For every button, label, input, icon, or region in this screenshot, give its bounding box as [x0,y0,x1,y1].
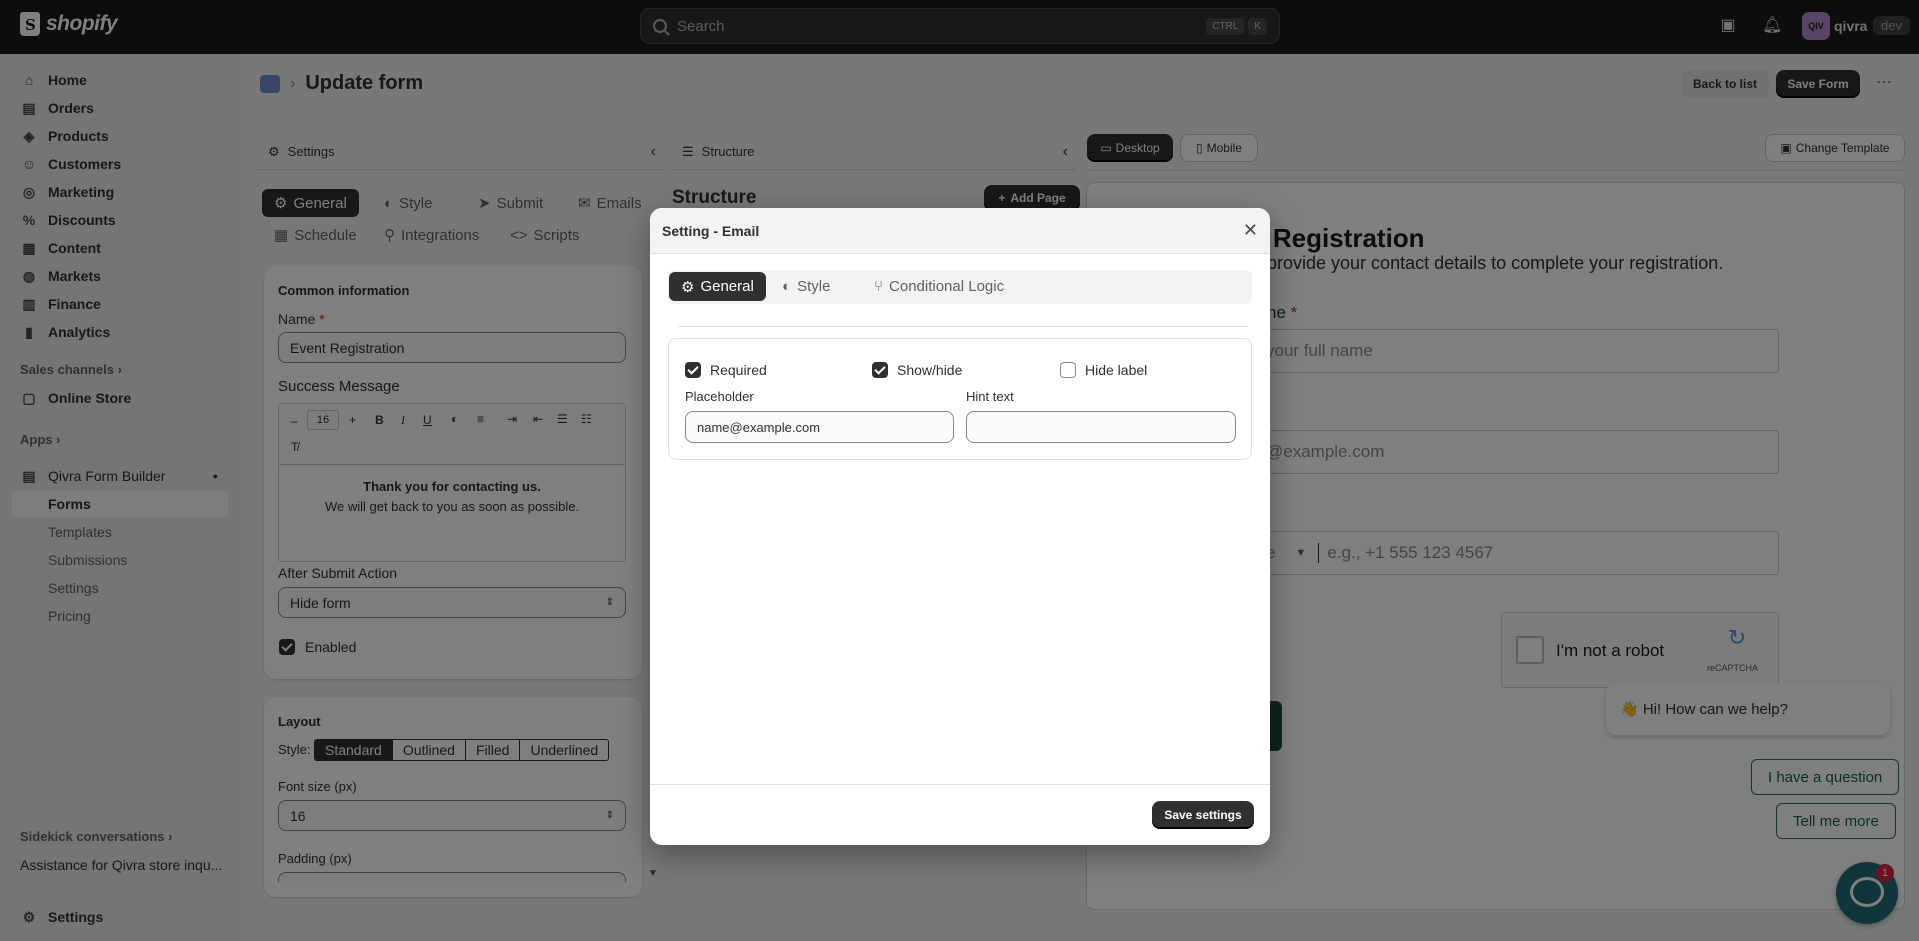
modal-divider [678,326,1248,327]
hint-text-label: Hint text [966,389,1014,404]
tab-label: Style [797,278,831,295]
placeholder-label: Placeholder [685,389,754,404]
close-icon[interactable]: ✕ [1243,220,1258,241]
tab-label: General [700,278,754,295]
modal-tab-general[interactable]: ⚙ General [669,272,766,301]
gear-icon: ⚙ [681,278,695,296]
checkbox-checked-icon [685,362,701,378]
checkbox-checked-icon [872,362,888,378]
checkbox-unchecked-icon [1060,362,1076,378]
show-hide-label: Show/hide [897,362,963,378]
hint-text-input[interactable] [966,411,1236,443]
save-settings-button[interactable]: Save settings [1152,801,1254,829]
modal-header: Setting - Email ✕ [650,208,1270,254]
branch-icon: ⑂ [874,278,884,295]
modal-title: Setting - Email [662,222,760,239]
hide-label-label: Hide label [1085,362,1148,378]
show-hide-checkbox[interactable]: Show/hide [872,362,962,378]
required-checkbox[interactable]: Required [685,362,767,378]
palette-icon: ◐ [782,278,792,295]
placeholder-input[interactable]: name@example.com [685,411,954,443]
modal-tab-conditional-logic[interactable]: ⑂ Conditional Logic [862,272,1016,301]
tab-label: Conditional Logic [889,278,1005,295]
modal-tab-style[interactable]: ◐ Style [770,272,842,301]
email-settings-modal: Setting - Email ✕ ⚙ General ◐ Style ⑂ Condi… [650,208,1270,845]
required-label: Required [710,362,767,378]
hide-label-checkbox[interactable]: Hide label [1060,362,1147,378]
